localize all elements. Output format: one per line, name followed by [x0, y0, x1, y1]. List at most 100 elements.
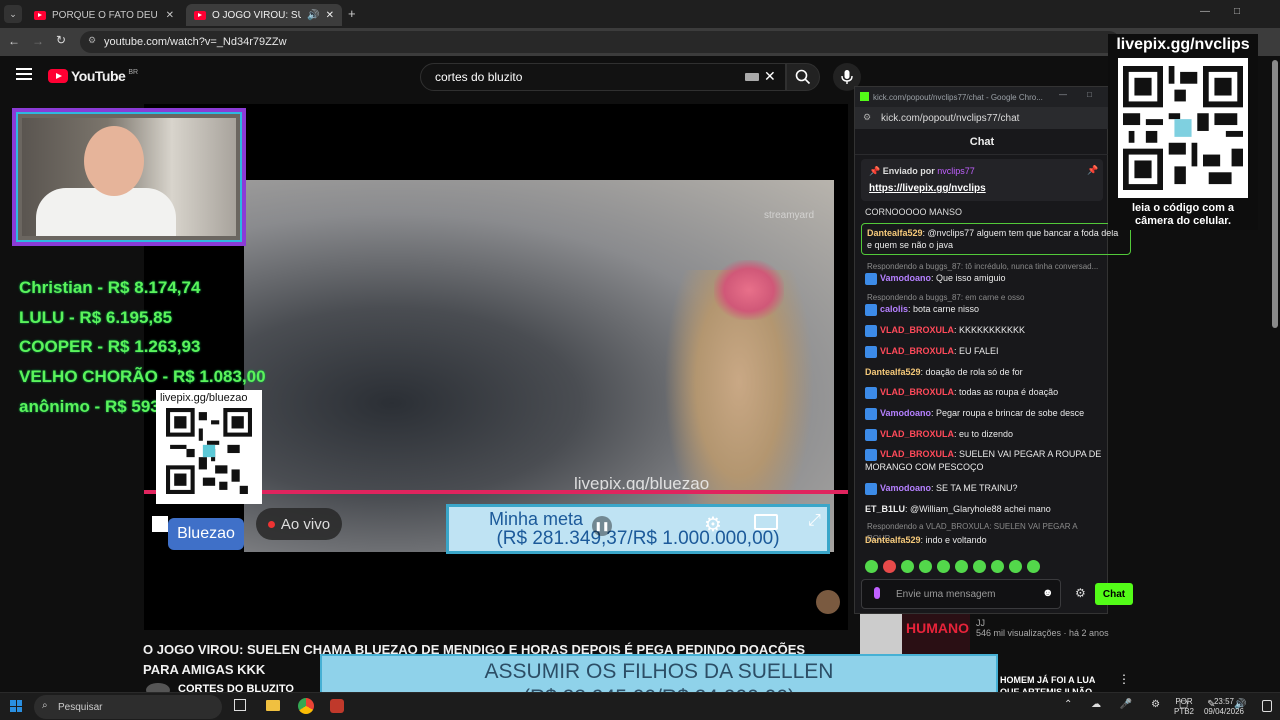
chat-window-title: kick.com/popout/nvclips77/chat - Google …	[873, 92, 1043, 102]
site-info-icon[interactable]: ⚙	[88, 35, 96, 46]
chat-text: : EU FALEI	[954, 346, 999, 356]
clock-time: 23:57	[1213, 697, 1235, 706]
emote-icon[interactable]	[865, 560, 878, 573]
window-controls[interactable]: —□	[1200, 6, 1264, 17]
tab-list-button[interactable]: ⌄	[4, 5, 22, 23]
forward-icon[interactable]: →	[32, 34, 44, 48]
qr-caption-line1: leia o código com a	[1131, 202, 1235, 214]
chat-text: : KKKKKKKKKKK	[954, 325, 1026, 335]
qr-large-title: livepix.gg/nvclips	[1116, 36, 1250, 53]
site-settings-icon[interactable]: ⚙	[863, 112, 871, 123]
audio-icon[interactable]: 🔊	[307, 10, 319, 21]
back-icon[interactable]: ←	[8, 34, 20, 48]
chat-user[interactable]: ET_B1LU	[865, 504, 905, 514]
close-icon[interactable]: ✕	[166, 10, 174, 21]
chat-settings-icon[interactable]: ⚙	[1075, 586, 1086, 600]
play-pause-icon[interactable]: ❚❚	[592, 516, 612, 536]
channel-avatar-small[interactable]	[816, 590, 840, 614]
microphone-icon[interactable]	[874, 587, 880, 599]
emote-icon[interactable]	[883, 560, 896, 573]
badge-icon	[865, 272, 877, 285]
windows-taskbar: ⌕ Pesquisar ⌃ ☁ 🎤 ⚙ ▢ ✎ 🔊 POR PTB2 23:57…	[0, 692, 1280, 720]
chrome-icon[interactable]	[298, 698, 314, 714]
tab-1-title: PORQUE O FATO DEU QUERER	[52, 9, 160, 21]
chat-message: Dantealfa529: doação de rola só de for	[865, 366, 1103, 378]
emote-icon[interactable]	[1009, 560, 1022, 573]
chat-message-input[interactable]: Envie uma mensagem ☻	[861, 579, 1061, 609]
notification-icon[interactable]	[1262, 700, 1272, 712]
live-dot-icon	[267, 520, 275, 528]
emote-icon[interactable]	[901, 560, 914, 573]
qr-code-icon	[166, 408, 252, 494]
clear-search-icon[interactable]: ✕	[764, 68, 776, 85]
emote-icon[interactable]	[919, 560, 932, 573]
mute-checkbox-icon[interactable]	[152, 516, 168, 532]
emote-bar[interactable]	[865, 560, 1045, 578]
windows-start-icon[interactable]	[10, 700, 22, 712]
chat-user[interactable]: Vamodoano	[880, 483, 931, 493]
chat-user[interactable]: Dantealfa529	[865, 367, 921, 377]
task-view-icon[interactable]	[234, 699, 246, 711]
search-button[interactable]	[786, 63, 820, 91]
tab-1[interactable]: PORQUE O FATO DEU QUERER ✕	[26, 4, 182, 26]
reload-icon[interactable]: ↻	[56, 33, 66, 47]
chat-user[interactable]: VLAD_BROXULA	[880, 325, 954, 335]
chat-message: Dantealfa529: @nvclips77 alguem tem que …	[861, 223, 1131, 255]
live-label: Ao vivo	[280, 515, 331, 533]
chat-user[interactable]: Dantealfa529	[865, 535, 921, 545]
emote-icon[interactable]	[991, 560, 1004, 573]
chat-user[interactable]: VLAD_BROXULA	[880, 387, 954, 397]
pinned-link[interactable]: https://livepix.gg/nvclips	[869, 183, 986, 194]
more-options-icon[interactable]: ⋮	[1118, 672, 1130, 686]
search-input[interactable]: cortes do bluzito ✕	[420, 63, 786, 91]
unpin-icon[interactable]: 📌	[1087, 165, 1098, 176]
emote-icon[interactable]	[937, 560, 950, 573]
language-indicator[interactable]: POR PTB2	[1174, 697, 1194, 717]
live-badge[interactable]: Ao vivo	[256, 508, 342, 540]
page-scrollbar[interactable]	[1272, 60, 1278, 328]
taskbar-search[interactable]: ⌕ Pesquisar	[34, 695, 222, 719]
menu-icon[interactable]	[16, 68, 32, 80]
url-field[interactable]: ⚙ youtube.com/watch?v=_Nd34r79ZZw	[80, 31, 1120, 53]
badge-icon	[865, 324, 877, 337]
chat-user[interactable]: Dantealfa529	[867, 228, 923, 238]
chat-user[interactable]: Vamodoano	[880, 273, 931, 283]
theater-mode-icon[interactable]	[754, 514, 778, 530]
new-tab-button[interactable]: +	[348, 6, 356, 21]
reco-thumb-face	[860, 614, 902, 654]
reco-stats: 546 mil visualizações · há 2 anos	[976, 628, 1109, 638]
url-text: youtube.com/watch?v=_Nd34r79ZZw	[104, 36, 287, 48]
emote-icon[interactable]	[1027, 560, 1040, 573]
chat-user[interactable]: Vamodoano	[880, 408, 931, 418]
youtube-logo-icon	[48, 69, 68, 83]
recommendation-thumbnail[interactable]: HUMANO	[860, 614, 970, 654]
file-explorer-icon[interactable]	[266, 700, 280, 711]
maximize-icon[interactable]: □	[1087, 90, 1092, 99]
taskbar-app-icon[interactable]	[330, 699, 344, 713]
chat-user[interactable]: calolis	[880, 304, 908, 314]
chat-user[interactable]: VLAD_BROXULA	[880, 429, 954, 439]
chat-text: : Que isso amiguio	[931, 273, 1006, 283]
chat-user[interactable]: VLAD_BROXULA	[880, 449, 954, 459]
emote-icon[interactable]	[955, 560, 968, 573]
emote-icon[interactable]	[973, 560, 986, 573]
microphone-icon	[841, 70, 853, 84]
youtube-logo[interactable]: YouTube BR	[48, 68, 138, 84]
chat-url-bar[interactable]: ⚙ kick.com/popout/nvclips77/chat	[855, 107, 1109, 129]
reco-channel[interactable]: JJ	[976, 618, 1109, 628]
chat-send-button[interactable]: Chat	[1095, 583, 1133, 605]
search-icon	[795, 69, 811, 85]
chat-user[interactable]: VLAD_BROXULA	[880, 346, 954, 356]
pinned-message: 📌 Enviado por nvclips77 https://livepix.…	[861, 159, 1103, 201]
keyboard-icon[interactable]	[745, 73, 759, 81]
close-icon[interactable]: ✕	[326, 10, 334, 21]
language-line1: POR	[1175, 697, 1193, 706]
minimize-icon[interactable]: —	[1059, 90, 1067, 99]
fullscreen-icon[interactable]: ⤢	[808, 512, 821, 530]
tab-2[interactable]: O JOGO VIROU: SUELEN CH... 🔊 ✕	[186, 4, 342, 26]
chat-message: VLAD_BROXULA: KKKKKKKKKKK	[865, 324, 1103, 337]
emoji-icon[interactable]: ☻	[1042, 587, 1054, 599]
settings-icon[interactable]: ⚙	[704, 512, 722, 537]
clock[interactable]: 23:57 09/04/2026	[1200, 697, 1248, 717]
qr-code-large: livepix.gg/nvclips leia o código com a c…	[1108, 34, 1258, 230]
